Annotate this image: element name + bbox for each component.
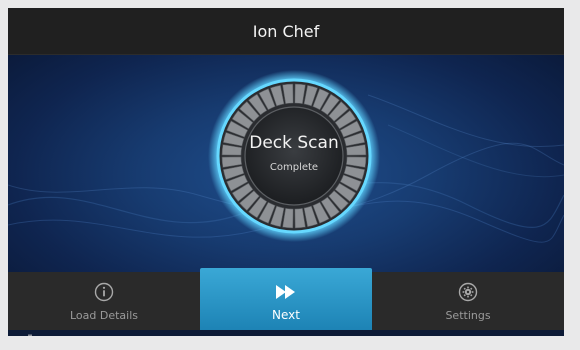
settings-button[interactable]: Settings [372, 272, 564, 330]
status-bar [8, 330, 564, 336]
gear-icon [458, 281, 478, 303]
app-title: Ion Chef [252, 21, 320, 41]
load-details-button[interactable]: Load Details [8, 272, 200, 330]
main-area: Deck Scan Complete [8, 55, 564, 272]
info-icon [94, 281, 114, 303]
title-bar: Ion Chef [8, 8, 564, 55]
settings-label: Settings [445, 309, 491, 322]
bottom-nav: Load Details Next Settings [8, 268, 564, 330]
next-label: Next [272, 308, 300, 322]
next-button[interactable]: Next [200, 268, 372, 330]
network-icon [24, 331, 36, 336]
device-screen: Ion Chef Deck Scan Complete Load Details… [8, 8, 564, 336]
load-details-label: Load Details [69, 309, 139, 322]
fast-forward-icon [274, 281, 298, 303]
status-dial [208, 70, 380, 242]
dial-core [244, 106, 344, 206]
